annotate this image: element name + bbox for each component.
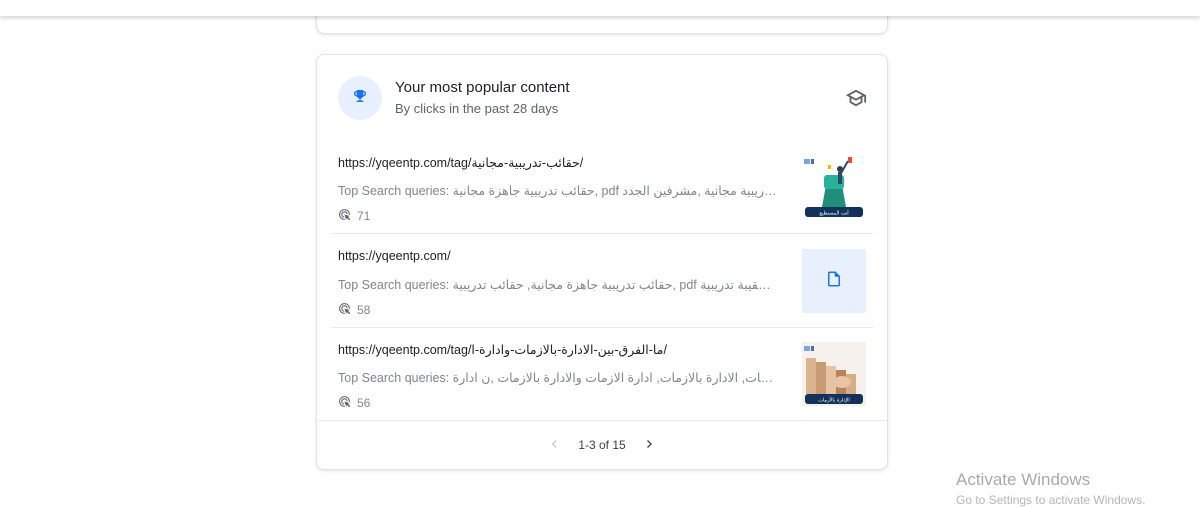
click-value: 58 xyxy=(357,303,371,317)
click-value: 71 xyxy=(357,209,371,223)
card-subtitle: By clicks in the past 28 days xyxy=(395,101,559,116)
content-thumbnail-placeholder xyxy=(802,249,866,313)
content-row[interactable]: https://yqeentp.com/tag/حقائب-تدريبية-مج… xyxy=(331,141,873,234)
content-thumbnail: الإدارة بالأزمات xyxy=(802,342,866,406)
top-search-queries: Top Search queries: الإدارة بالأزمات, ال… xyxy=(338,371,778,385)
card-footer: 1-3 of 15 xyxy=(317,420,887,469)
document-icon xyxy=(825,270,843,293)
click-value: 56 xyxy=(357,396,371,410)
pagination-label: 1-3 of 15 xyxy=(578,438,626,452)
thumb-caption: أنت المستطيع xyxy=(819,210,849,217)
content-url[interactable]: https://yqeentp.com/tag/حقائب-تدريبية-مج… xyxy=(338,155,583,170)
content-thumbnail: أنت المستطيع xyxy=(802,155,866,219)
click-count: 71 xyxy=(338,208,370,224)
card-title: Your most popular content xyxy=(395,79,570,96)
pagination: 1-3 of 15 xyxy=(544,435,659,455)
click-count: 58 xyxy=(338,302,370,318)
trophy-badge xyxy=(338,76,382,120)
activation-watermark-hint: Go to Settings to activate Windows. xyxy=(956,493,1146,507)
activation-watermark: Activate Windows xyxy=(956,470,1091,489)
chevron-left-icon xyxy=(546,436,562,455)
click-icon xyxy=(338,208,351,224)
top-search-queries: Top Search queries: حقائب تدريبية جاهزة … xyxy=(338,278,778,292)
trophy-icon xyxy=(352,88,368,109)
school-icon[interactable] xyxy=(845,87,867,109)
content-url[interactable]: https://yqeentp.com/ xyxy=(338,249,451,263)
top-search-queries: Top Search queries: حقائب تدريبية جاهزة … xyxy=(338,184,778,198)
chevron-right-icon xyxy=(642,436,658,455)
click-count: 56 xyxy=(338,395,370,411)
click-icon xyxy=(338,302,351,318)
content-row[interactable]: https://yqeentp.com/ Top Search queries:… xyxy=(331,235,873,328)
thumb-caption: الإدارة بالأزمات xyxy=(818,397,850,404)
content-url[interactable]: https://yqeentp.com/tag/ما-الفرق-بين-الا… xyxy=(338,342,667,357)
popular-content-card: Your most popular content By clicks in t… xyxy=(316,54,888,470)
top-app-bar xyxy=(0,0,1200,16)
previous-page-button[interactable] xyxy=(544,435,564,455)
next-page-button[interactable] xyxy=(640,435,660,455)
content-row[interactable]: https://yqeentp.com/tag/ما-الفرق-بين-الا… xyxy=(331,328,873,421)
card-header: Your most popular content By clicks in t… xyxy=(317,55,887,145)
click-icon xyxy=(338,395,351,411)
